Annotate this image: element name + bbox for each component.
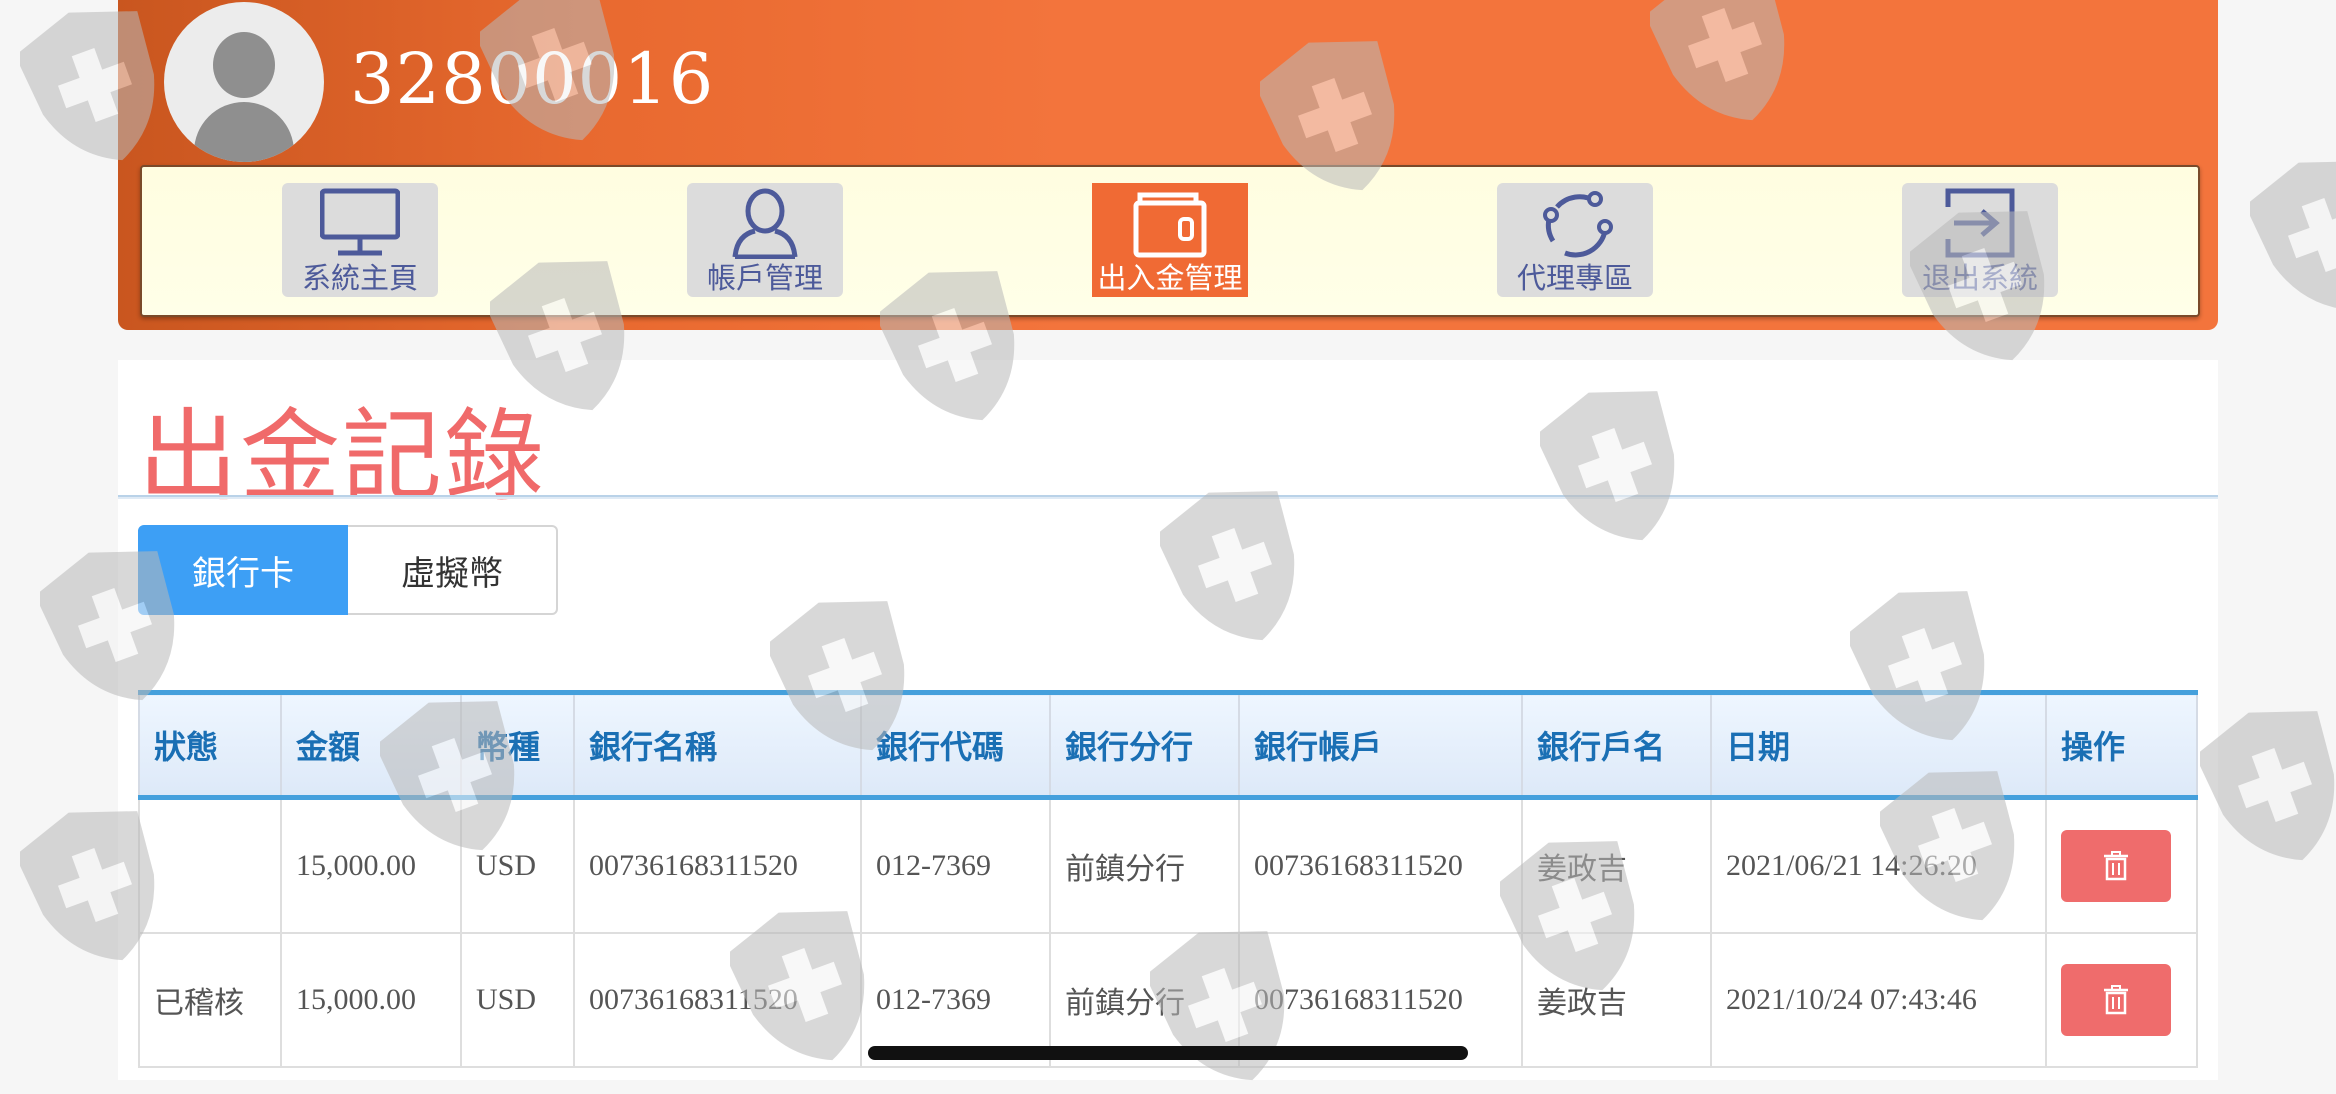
home-indicator xyxy=(868,1046,1468,1060)
nav-item-logout[interactable]: 退出系統 xyxy=(1902,183,2058,297)
col-bank-name: 銀行名稱 xyxy=(573,690,862,800)
col-date: 日期 xyxy=(1710,690,2047,800)
delete-button[interactable] xyxy=(2061,964,2171,1036)
main-content: 出金記錄 銀行卡 虛擬幣 狀態 金額 幣種 銀行名稱 銀行代碼 銀行分行 銀行帳… xyxy=(118,360,2218,1080)
nav-item-funds[interactable]: 出入金管理 xyxy=(1092,183,1248,297)
cell-amount: 15,000.00 xyxy=(280,796,462,934)
col-holder: 銀行戶名 xyxy=(1521,690,1712,800)
user-icon xyxy=(732,188,798,259)
avatar-head xyxy=(213,32,275,98)
tab-bank-card[interactable]: 銀行卡 xyxy=(138,525,348,615)
cell-status xyxy=(138,796,282,934)
cell-date: 2021/10/24 07:43:46 xyxy=(1710,932,2047,1068)
main-nav: 系統主頁 帳戶管理 出入金管理 代理專區 退出系統 xyxy=(140,165,2200,317)
cell-status: 已稽核 xyxy=(138,932,282,1068)
avatar-body xyxy=(194,102,294,162)
col-bank-code: 銀行代碼 xyxy=(860,690,1051,800)
user-id: 32800016 xyxy=(350,38,715,120)
logout-icon xyxy=(1945,188,2015,258)
cell-holder: 姜政吉 xyxy=(1521,932,1712,1068)
cell-action xyxy=(2045,796,2198,934)
col-branch: 銀行分行 xyxy=(1049,690,1240,800)
nav-label-account: 帳戶管理 xyxy=(706,263,823,295)
cell-currency: USD xyxy=(460,796,575,934)
cell-bank-name: 00736168311520 xyxy=(573,796,862,934)
nav-label-logout: 退出系統 xyxy=(1921,263,2038,295)
trash-icon xyxy=(2104,985,2128,1015)
trash-icon xyxy=(2104,851,2128,881)
cell-bank-name: 00736168311520 xyxy=(573,932,862,1068)
title-divider xyxy=(118,495,2218,499)
monitor-icon xyxy=(320,188,400,256)
col-account: 銀行帳戶 xyxy=(1238,690,1523,800)
share-network-icon xyxy=(1543,191,1613,258)
nav-item-home[interactable]: 系統主頁 xyxy=(282,183,438,297)
cell-holder: 姜政吉 xyxy=(1521,796,1712,934)
shield-cross-icon xyxy=(2245,150,2336,320)
nav-label-home: 系統主頁 xyxy=(301,263,418,295)
withdrawal-table: 狀態 金額 幣種 銀行名稱 銀行代碼 銀行分行 銀行帳戶 銀行戶名 日期 操作 … xyxy=(138,690,2198,1068)
wallet-icon xyxy=(1133,192,1207,258)
col-status: 狀態 xyxy=(138,690,282,800)
cell-action xyxy=(2045,932,2198,1068)
nav-item-account[interactable]: 帳戶管理 xyxy=(687,183,843,297)
shield-cross-icon xyxy=(2195,700,2336,870)
cell-branch: 前鎮分行 xyxy=(1049,796,1240,934)
cell-currency: USD xyxy=(460,932,575,1068)
nav-label-funds: 出入金管理 xyxy=(1097,263,1243,295)
col-currency: 幣種 xyxy=(460,690,575,800)
tab-bar: 銀行卡 虛擬幣 xyxy=(138,525,558,615)
delete-button[interactable] xyxy=(2061,830,2171,902)
cell-date: 2021/06/21 14:26:20 xyxy=(1710,796,2047,934)
cell-bank-code: 012-7369 xyxy=(860,796,1051,934)
table-row: 15,000.00 USD 00736168311520 012-7369 前鎮… xyxy=(138,796,2198,934)
nav-label-agent: 代理專區 xyxy=(1516,263,1633,295)
nav-item-agent[interactable]: 代理專區 xyxy=(1497,183,1653,297)
col-action: 操作 xyxy=(2045,690,2198,800)
table-header-row: 狀態 金額 幣種 銀行名稱 銀行代碼 銀行分行 銀行帳戶 銀行戶名 日期 操作 xyxy=(138,690,2198,800)
col-amount: 金額 xyxy=(280,690,462,800)
cell-account: 00736168311520 xyxy=(1238,796,1523,934)
tab-crypto[interactable]: 虛擬幣 xyxy=(348,525,558,615)
avatar[interactable] xyxy=(164,2,324,162)
cell-amount: 15,000.00 xyxy=(280,932,462,1068)
